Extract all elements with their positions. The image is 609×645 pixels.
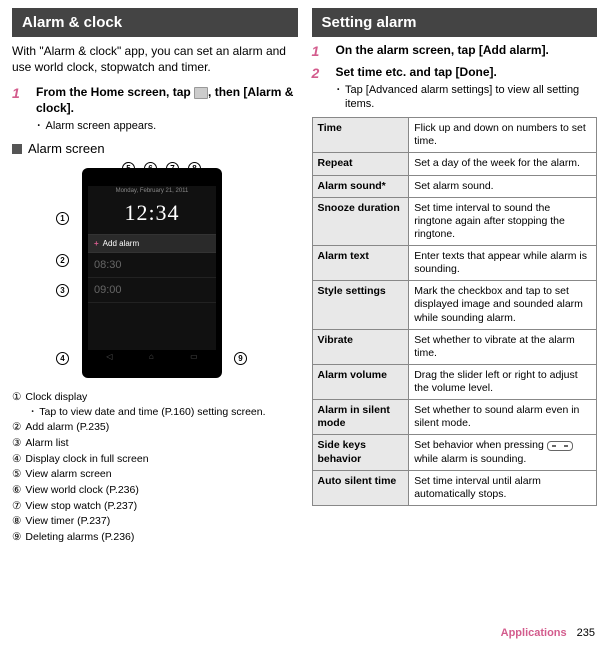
legend-text: Clock display	[25, 390, 87, 405]
row-value: Set a day of the week for the alarm.	[409, 153, 597, 175]
legend-text: Add alarm (P.235)	[25, 420, 109, 435]
alarm-screen-heading: Alarm screen	[12, 141, 298, 156]
left-banner: Alarm & clock	[12, 8, 298, 37]
bullet-dot: ･	[30, 405, 35, 420]
page-footer: Applications 235	[501, 627, 595, 639]
sub-h-text: Alarm screen	[28, 141, 105, 156]
phone-add-alarm: + Add alarm	[88, 234, 216, 253]
right-step-2: 2 Set time etc. and tap [Done]. ･Tap [Ad…	[312, 65, 598, 111]
legend-num: ⑧	[12, 514, 21, 529]
legend-list: ① Clock display ･ Tap to view date and tim…	[12, 390, 298, 545]
step-number: 2	[312, 65, 328, 111]
row-header: Alarm in silent mode	[312, 400, 409, 435]
left-intro: With "Alarm & clock" app, you can set an…	[12, 43, 298, 75]
phone-alarm-2: 09:00	[88, 278, 216, 303]
row-value: Drag the slider left or right to adjust …	[409, 364, 597, 399]
phone-time: 12:34	[88, 196, 216, 234]
row-header: Alarm volume	[312, 364, 409, 399]
row-value: Set time interval to sound the ringtone …	[409, 197, 597, 245]
legend-text: Display clock in full screen	[25, 452, 148, 467]
legend-text: View alarm screen	[25, 467, 111, 482]
bullet-dot: ･	[336, 83, 342, 112]
row-value: Set whether to sound alarm even in silen…	[409, 400, 597, 435]
nav-back-icon: ◁	[106, 352, 112, 361]
callout-4: 4	[56, 352, 69, 365]
row-header: Alarm sound*	[312, 175, 409, 197]
legend-num: ⑤	[12, 467, 21, 482]
apps-grid-icon	[194, 87, 208, 99]
phone-alarm-1: 08:30	[88, 253, 216, 278]
legend-text: View stop watch (P.237)	[25, 499, 137, 514]
legend-text: View world clock (P.236)	[25, 483, 138, 498]
row-value: Set time interval until alarm automatica…	[409, 470, 597, 505]
legend-num: ①	[12, 390, 21, 405]
step-title: On the alarm screen, tap [Add alarm].	[336, 43, 598, 59]
row-value-b: while alarm is sounding.	[414, 453, 526, 465]
callout-2: 2	[56, 254, 69, 267]
row-header: Repeat	[312, 153, 409, 175]
legend-num: ⑦	[12, 499, 21, 514]
settings-table: TimeFlick up and down on numbers to set …	[312, 117, 598, 506]
callout-1: 1	[56, 212, 69, 225]
step-number: 1	[12, 85, 28, 132]
row-value: Set alarm sound.	[409, 175, 597, 197]
right-banner: Setting alarm	[312, 8, 598, 37]
row-value: Flick up and down on numbers to set time…	[409, 118, 597, 153]
phone-add-label: Add alarm	[103, 239, 139, 248]
row-header: Side keys behavior	[312, 435, 409, 470]
footer-page-number: 235	[577, 627, 595, 639]
row-header: Alarm text	[312, 246, 409, 281]
legend-num: ⑥	[12, 483, 21, 498]
callout-3: 3	[56, 284, 69, 297]
step-title: From the Home screen, tap , then [Alarm …	[36, 85, 298, 116]
step-number: 1	[312, 43, 328, 59]
legend-num: ②	[12, 420, 21, 435]
row-value: Set whether to vibrate at the alarm time…	[409, 329, 597, 364]
nav-recent-icon: ▭	[190, 352, 198, 361]
phone-mockup: Monday, February 21, 2011 12:34 + Add ala…	[82, 168, 222, 378]
legend-num: ③	[12, 436, 21, 451]
bullet-dot: ･	[36, 119, 42, 133]
step-bullet: ･ Alarm screen appears.	[36, 119, 298, 133]
legend-sub-text: Tap to view date and time (P.160) settin…	[39, 405, 265, 420]
legend-num: ④	[12, 452, 21, 467]
plus-icon: +	[94, 239, 99, 248]
row-value: Enter texts that appear while alarm is s…	[409, 246, 597, 281]
bullet-text: Tap [Advanced alarm settings] to view al…	[345, 83, 597, 112]
step-title-part-a: From the Home screen, tap	[36, 85, 194, 99]
side-key-icon	[547, 441, 573, 451]
nav-home-icon: ⌂	[149, 352, 154, 361]
callout-9: 9	[234, 352, 247, 365]
legend-text: Alarm list	[25, 436, 68, 451]
row-value-a: Set behavior when pressing	[414, 439, 547, 451]
right-step-1: 1 On the alarm screen, tap [Add alarm].	[312, 43, 598, 59]
legend-text: View timer (P.237)	[25, 514, 110, 529]
phone-nav: ◁ ⌂ ▭	[88, 350, 216, 364]
row-header: Auto silent time	[312, 470, 409, 505]
square-bullet-icon	[12, 144, 22, 154]
step-title: Set time etc. and tap [Done].	[336, 65, 598, 81]
step-bullet: ･Tap [Advanced alarm settings] to view a…	[336, 83, 598, 112]
row-value: Mark the checkbox and tap to set display…	[409, 281, 597, 329]
legend-num: ⑨	[12, 530, 21, 545]
left-step-1: 1 From the Home screen, tap , then [Alar…	[12, 85, 298, 132]
row-header: Time	[312, 118, 409, 153]
row-header: Vibrate	[312, 329, 409, 364]
legend-text: Deleting alarms (P.236)	[25, 530, 134, 545]
row-value: Set behavior when pressing while alarm i…	[409, 435, 597, 470]
row-header: Snooze duration	[312, 197, 409, 245]
bullet-text: Alarm screen appears.	[46, 119, 157, 133]
footer-section: Applications	[501, 627, 567, 639]
phone-date: Monday, February 21, 2011	[88, 186, 216, 196]
row-header: Style settings	[312, 281, 409, 329]
